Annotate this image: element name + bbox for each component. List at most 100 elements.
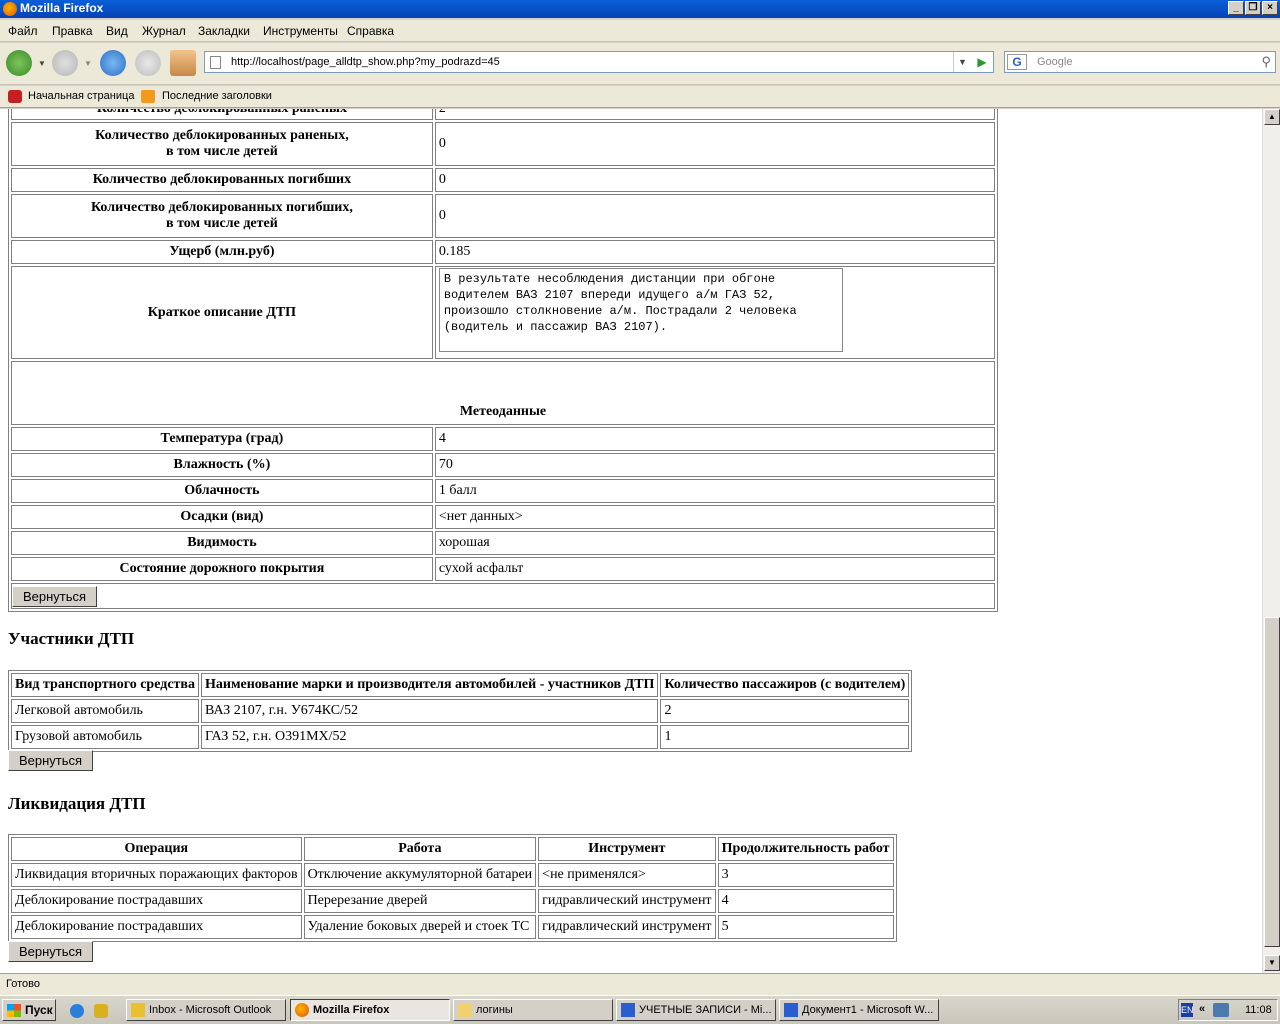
table-row: Видимость хорошая bbox=[11, 531, 995, 555]
word-icon bbox=[784, 1003, 798, 1017]
search-placeholder[interactable]: Google bbox=[1037, 56, 1072, 68]
ie-quicklaunch-icon[interactable] bbox=[70, 1004, 84, 1018]
quicklaunch-icon[interactable] bbox=[94, 1004, 108, 1018]
table-cell: Ликвидация вторичных поражающих факторов bbox=[11, 863, 302, 887]
back-history-dropdown-icon[interactable]: ▼ bbox=[38, 59, 46, 68]
task-outlook[interactable]: Inbox - Microsoft Outlook bbox=[126, 999, 286, 1021]
address-bar[interactable]: http://localhost/page_alldtp_show.php?my… bbox=[204, 51, 994, 73]
menu-history[interactable]: Журнал bbox=[142, 24, 186, 38]
table-row: Краткое описание ДТП В результате несобл… bbox=[11, 266, 995, 359]
table-row: Влажность (%) 70 bbox=[11, 453, 995, 477]
forward-arrow-icon[interactable] bbox=[52, 50, 78, 76]
table-cell: 2 bbox=[660, 699, 910, 723]
participants-table-frame: Вид транспортного средства Наименование … bbox=[8, 670, 913, 752]
vertical-scrollbar[interactable]: ▲ ▼ bbox=[1262, 109, 1280, 973]
start-label: Пуск bbox=[25, 1003, 53, 1017]
table-row: Грузовой автомобиль ГАЗ 52, г.н. О391МХ/… bbox=[11, 725, 910, 749]
row-value: <нет данных> bbox=[434, 505, 995, 529]
table-row: Температура (град) 4 bbox=[11, 427, 995, 451]
liquidation-table-frame: Операция Работа Инструмент Продолжительн… bbox=[8, 834, 897, 942]
search-engine-icon[interactable]: G bbox=[1007, 54, 1027, 70]
table-cell: 5 bbox=[717, 915, 894, 939]
menu-bookmarks[interactable]: Закладки bbox=[198, 24, 250, 38]
word-icon bbox=[621, 1003, 635, 1017]
forward-history-dropdown-icon[interactable]: ▼ bbox=[84, 59, 92, 68]
menu-help[interactable]: Справка bbox=[347, 24, 394, 38]
menu-bar: Файл Правка Вид Журнал Закладки Инструме… bbox=[0, 20, 1280, 42]
table-cell: 1 bbox=[660, 725, 910, 749]
maximize-button[interactable]: ❐ bbox=[1245, 1, 1261, 15]
home-icon[interactable] bbox=[170, 50, 196, 76]
task-firefox[interactable]: Mozilla Firefox bbox=[290, 999, 450, 1021]
task-label: Документ1 - Microsoft W... bbox=[802, 1004, 934, 1016]
scroll-thumb[interactable] bbox=[1264, 617, 1280, 947]
url-dropdown-icon[interactable]: ▼ bbox=[953, 52, 971, 72]
back-arrow-icon[interactable] bbox=[6, 50, 32, 76]
menu-file[interactable]: Файл bbox=[8, 24, 38, 38]
table-header-row: Вид транспортного средства Наименование … bbox=[11, 673, 910, 697]
bookmark-start-page[interactable]: Начальная страница bbox=[28, 90, 134, 102]
close-button[interactable]: × bbox=[1262, 1, 1278, 15]
back-button-cell: Вернуться bbox=[11, 583, 995, 609]
row-label: Количество деблокированных раненых bbox=[11, 109, 433, 120]
bookmark-latest-headlines[interactable]: Последние заголовки bbox=[162, 90, 272, 102]
title-bar: Mozilla Firefox _ ❐ × bbox=[0, 0, 1280, 18]
participants-back-button[interactable]: Вернуться bbox=[8, 750, 94, 771]
scroll-up-icon[interactable]: ▲ bbox=[1264, 109, 1280, 125]
folder-icon bbox=[458, 1003, 472, 1017]
go-arrow-icon[interactable]: ▶ bbox=[971, 52, 993, 72]
table-cell: <не применялся> bbox=[538, 863, 716, 887]
menu-tools[interactable]: Инструменты bbox=[263, 24, 338, 38]
show-hidden-icons-icon[interactable]: « bbox=[1199, 1003, 1205, 1015]
task-word-document[interactable]: Документ1 - Microsoft W... bbox=[779, 999, 939, 1021]
language-indicator[interactable]: EN bbox=[1181, 1003, 1194, 1017]
row-value: сухой асфальт bbox=[434, 557, 995, 581]
search-bar[interactable]: G Google ⚲ bbox=[1004, 51, 1276, 73]
menu-edit[interactable]: Правка bbox=[52, 24, 93, 38]
description-textarea[interactable]: В результате несоблюдения дистанции при … bbox=[438, 268, 843, 352]
column-header: Вид транспортного средства bbox=[11, 673, 199, 697]
url-text[interactable]: http://localhost/page_alldtp_show.php?my… bbox=[231, 56, 500, 68]
table-cell: 3 bbox=[717, 863, 894, 887]
task-folder[interactable]: логины bbox=[453, 999, 613, 1021]
windows-flag-icon bbox=[7, 1004, 21, 1017]
table-cell: Легковой автомобиль bbox=[11, 699, 199, 723]
scroll-down-icon[interactable]: ▼ bbox=[1264, 955, 1280, 971]
search-icon[interactable]: ⚲ bbox=[1261, 54, 1271, 70]
table-row: Легковой автомобиль ВАЗ 2107, г.н. У674К… bbox=[11, 699, 910, 723]
table-row: Осадки (вид) <нет данных> bbox=[11, 505, 995, 529]
column-header: Количество пассажиров (с водителем) bbox=[660, 673, 910, 697]
row-label: Количество деблокированных раненых, в том… bbox=[11, 122, 433, 166]
bookmarks-toolbar: Начальная страница Последние заголовки bbox=[0, 86, 1280, 108]
table-cell: гидравлический инструмент bbox=[538, 889, 716, 913]
table-header-row: Операция Работа Инструмент Продолжительн… bbox=[11, 837, 894, 861]
column-header: Операция bbox=[11, 837, 302, 861]
table-cell: ГАЗ 52, г.н. О391МХ/52 bbox=[200, 725, 659, 749]
task-label: Inbox - Microsoft Outlook bbox=[149, 1004, 272, 1016]
reload-icon[interactable] bbox=[100, 50, 126, 76]
menu-view[interactable]: Вид bbox=[106, 24, 128, 38]
start-page-icon bbox=[8, 90, 22, 103]
row-value: 70 bbox=[434, 453, 995, 477]
table-cell: Деблокирование пострадавших bbox=[11, 889, 302, 913]
stop-icon[interactable] bbox=[135, 50, 161, 76]
page-icon bbox=[210, 56, 221, 69]
firefox-icon bbox=[295, 1003, 309, 1017]
table-row: Ликвидация вторичных поражающих факторов… bbox=[11, 863, 894, 887]
minimize-button[interactable]: _ bbox=[1228, 1, 1244, 15]
row-value: 0 bbox=[434, 122, 995, 166]
system-tray: EN « 11:08 bbox=[1178, 999, 1278, 1021]
table-row: Состояние дорожного покрытия сухой асфал… bbox=[11, 557, 995, 581]
table-cell: Деблокирование пострадавших bbox=[11, 915, 302, 939]
column-header: Инструмент bbox=[538, 837, 716, 861]
table-cell: Перерезание дверей bbox=[303, 889, 537, 913]
back-button[interactable]: Вернуться bbox=[12, 585, 98, 607]
start-button[interactable]: Пуск bbox=[2, 999, 56, 1021]
task-word-accounts[interactable]: УЧЕТНЫЕ ЗАПИСИ - Mi... bbox=[616, 999, 776, 1021]
participants-heading: Участники ДТП bbox=[8, 629, 135, 648]
network-icon[interactable] bbox=[1213, 1003, 1229, 1017]
liquidation-back-button[interactable]: Вернуться bbox=[8, 941, 94, 962]
incident-table: Количество деблокированных раненых 2 Кол… bbox=[9, 109, 997, 611]
column-header: Работа bbox=[303, 837, 537, 861]
table-row: Ущерб (млн.руб) 0.185 bbox=[11, 240, 995, 264]
